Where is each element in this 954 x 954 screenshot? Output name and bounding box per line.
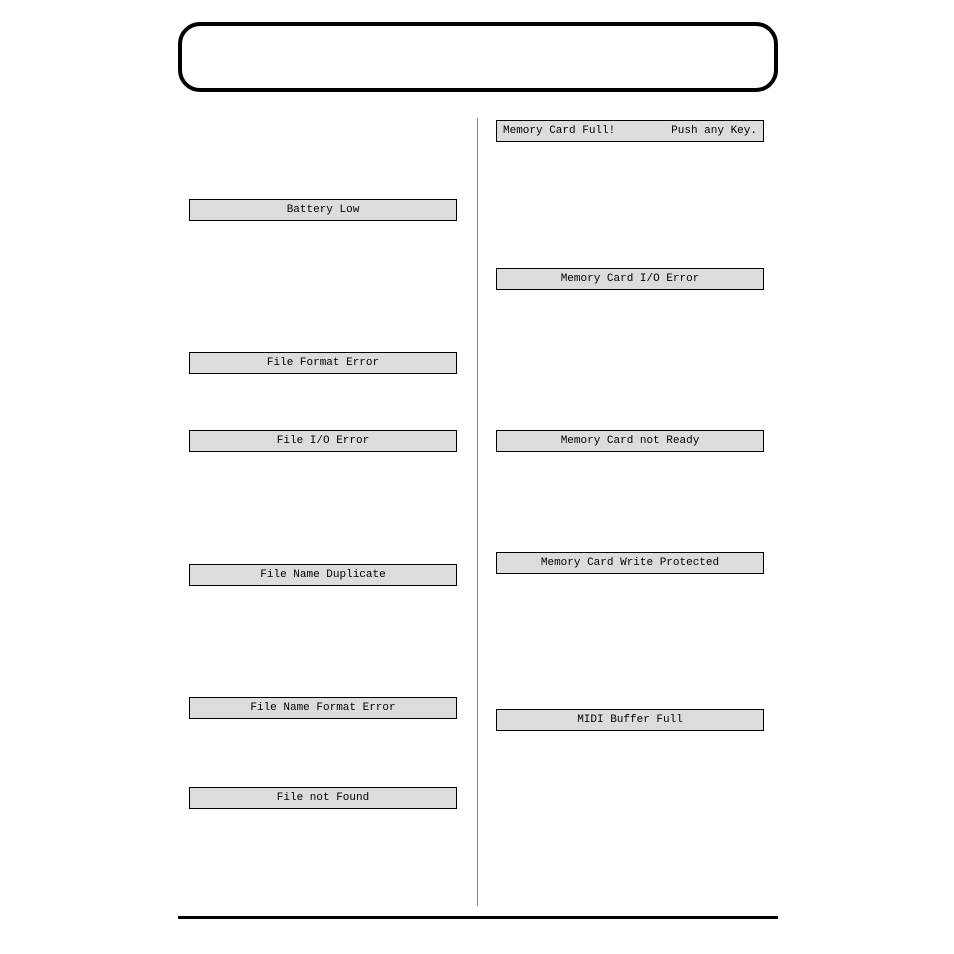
left-message: File not Found — [189, 787, 457, 809]
left-message: File Format Error — [189, 352, 457, 374]
left-message: Battery Low — [189, 199, 457, 221]
column-divider — [477, 118, 478, 906]
left-message: File I/O Error — [189, 430, 457, 452]
right-message: Memory Card Write Protected — [496, 552, 764, 574]
bottom-rule — [178, 916, 778, 919]
left-message: File Name Format Error — [189, 697, 457, 719]
right-message: MIDI Buffer Full — [496, 709, 764, 731]
right-message: Memory Card Full! Push any Key. — [496, 120, 764, 142]
message-text-right: Push any Key. — [671, 121, 757, 141]
header-frame — [178, 22, 778, 92]
right-message: Memory Card I/O Error — [496, 268, 764, 290]
right-message: Memory Card not Ready — [496, 430, 764, 452]
left-message: File Name Duplicate — [189, 564, 457, 586]
message-text-left: Memory Card Full! — [503, 121, 615, 141]
